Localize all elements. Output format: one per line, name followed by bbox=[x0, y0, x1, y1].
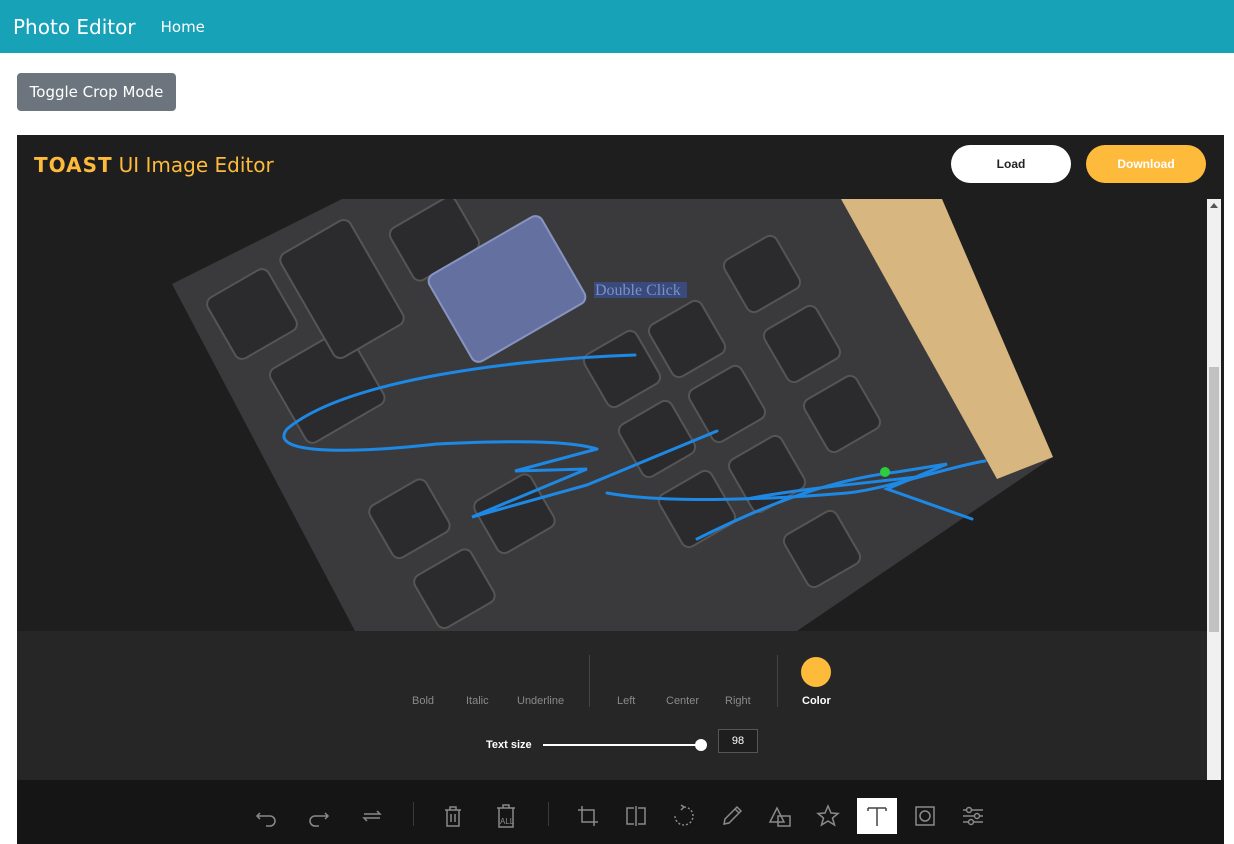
shape-button[interactable] bbox=[760, 798, 800, 834]
text-bold-button[interactable]: Bold bbox=[412, 695, 434, 707]
text-italic-button[interactable]: Italic bbox=[466, 695, 489, 707]
home-link[interactable]: Home bbox=[161, 18, 205, 36]
text-color-swatch[interactable] bbox=[801, 657, 831, 687]
delete-icon bbox=[445, 806, 461, 827]
toolbar-divider bbox=[413, 802, 414, 826]
shape-icon bbox=[768, 806, 791, 827]
scroll-thumb[interactable] bbox=[1209, 367, 1219, 632]
redo-button[interactable] bbox=[299, 798, 339, 834]
editor-logo: TOAST UI Image Editor bbox=[34, 153, 274, 177]
align-center-button[interactable]: Center bbox=[666, 695, 699, 707]
mask-icon bbox=[915, 806, 935, 826]
toolbar-divider bbox=[548, 802, 549, 826]
align-left-button[interactable]: Left bbox=[617, 695, 635, 707]
text-submenu: Bold Italic Underline Left Center Right … bbox=[17, 631, 1207, 780]
delete-all-icon: ALL bbox=[497, 804, 515, 828]
text-size-slider-handle[interactable] bbox=[695, 739, 707, 751]
mask-button[interactable] bbox=[905, 798, 945, 834]
navbar: Photo Editor Home bbox=[0, 0, 1234, 53]
canvas-scrollbar[interactable] bbox=[1207, 199, 1221, 780]
text-size-label: Text size bbox=[486, 739, 532, 751]
reset-icon bbox=[362, 810, 382, 822]
align-right-button[interactable]: Right bbox=[725, 695, 751, 707]
submenu-divider bbox=[589, 655, 590, 707]
reset-button[interactable] bbox=[352, 798, 392, 834]
crop-icon bbox=[578, 806, 598, 826]
rotate-icon bbox=[674, 804, 694, 826]
delete-all-button[interactable]: ALL bbox=[486, 798, 526, 834]
logo-title: UI Image Editor bbox=[118, 153, 274, 177]
image-canvas[interactable]: Double Click bbox=[17, 199, 1207, 631]
icon-tool-button[interactable] bbox=[808, 798, 848, 834]
flip-button[interactable] bbox=[616, 798, 656, 834]
filter-button[interactable] bbox=[953, 798, 993, 834]
text-size-slider[interactable] bbox=[543, 744, 701, 746]
canvas-text[interactable]: Double Click bbox=[595, 282, 681, 299]
draw-button[interactable] bbox=[712, 798, 752, 834]
draw-icon bbox=[723, 805, 743, 825]
undo-icon bbox=[255, 812, 276, 827]
image-editor: TOAST UI Image Editor Load Download Doub… bbox=[17, 135, 1224, 844]
main-toolbar: ALL bbox=[17, 780, 1224, 844]
redo-icon bbox=[309, 812, 330, 827]
text-size-input[interactable]: 98 bbox=[718, 729, 758, 753]
undo-button[interactable] bbox=[246, 798, 286, 834]
text-color-label[interactable]: Color bbox=[802, 695, 831, 707]
load-button[interactable]: Load bbox=[951, 145, 1071, 183]
logo-toast: TOAST bbox=[34, 153, 113, 177]
toggle-crop-mode-button[interactable]: Toggle Crop Mode bbox=[17, 73, 176, 111]
crop-button[interactable] bbox=[568, 798, 608, 834]
text-icon bbox=[867, 807, 887, 826]
text-underline-button[interactable]: Underline bbox=[517, 695, 564, 707]
submenu-divider bbox=[777, 655, 778, 707]
scroll-up-icon[interactable] bbox=[1210, 203, 1218, 208]
flip-icon bbox=[626, 806, 646, 826]
text-button[interactable] bbox=[857, 798, 897, 834]
star-icon bbox=[816, 804, 840, 827]
photo-green-led bbox=[880, 467, 890, 477]
delete-button[interactable] bbox=[433, 798, 473, 834]
svg-text:ALL: ALL bbox=[500, 817, 515, 826]
download-button[interactable]: Download bbox=[1086, 145, 1206, 183]
rotate-button[interactable] bbox=[664, 798, 704, 834]
navbar-brand[interactable]: Photo Editor bbox=[13, 15, 136, 39]
filter-icon bbox=[963, 806, 983, 826]
